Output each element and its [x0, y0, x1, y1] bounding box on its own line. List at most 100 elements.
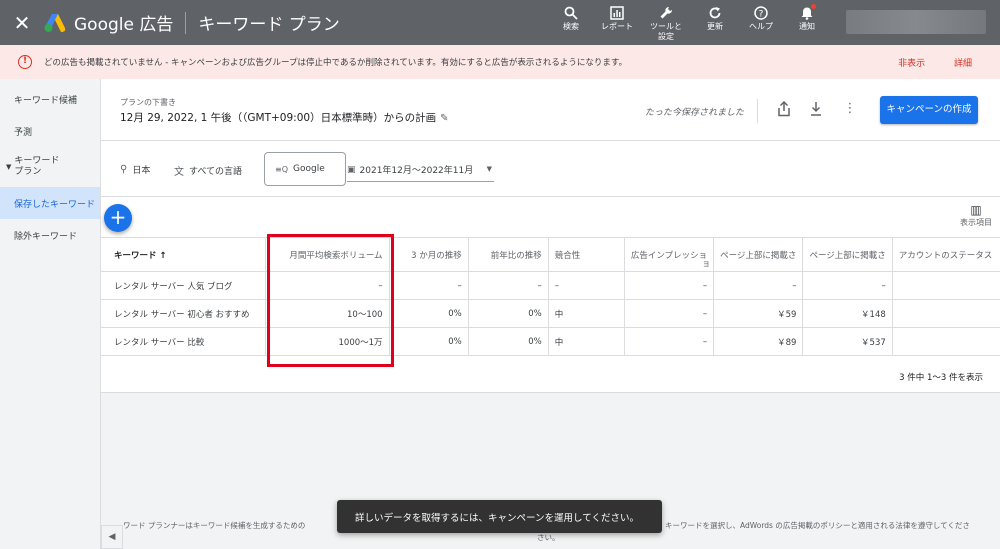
cell-bid-low: ￥59	[713, 299, 803, 328]
filter-bar: ⚲ 日本 文 すべての言語 ≡Q Google ▣ 2021年12月～2022年…	[101, 141, 1000, 197]
help-button[interactable]: ? ヘルプ	[738, 0, 784, 45]
language-filter[interactable]: 文 すべての言語	[174, 163, 242, 178]
notification-dot	[811, 4, 816, 9]
snackbar-toast: 詳しいデータを取得するには、キャンペーンを運用してください。	[337, 500, 662, 533]
tool-label: レポート	[601, 22, 633, 31]
collapse-sidebar-button[interactable]: ◀	[101, 525, 123, 549]
cell-account-status	[891, 271, 1000, 300]
sidebar-item-negative-keywords[interactable]: 除外キーワード	[0, 219, 100, 251]
column-header-3-month-change[interactable]: 3 か月の推移	[388, 237, 469, 272]
create-campaign-button[interactable]: キャンペーンの作成	[880, 96, 978, 124]
top-app-bar: ✕ Google 広告 キーワード プラン 検索 レポート ツールと 設定 更新…	[0, 0, 1000, 45]
date-range-filter[interactable]: ▣ 2021年12月～2022年11月 ▼	[347, 163, 494, 182]
draft-label: プランの下書き	[120, 98, 176, 107]
dismiss-link[interactable]: 非表示	[898, 59, 925, 69]
column-header-avg-monthly-searches[interactable]: 月間平均検索ボリューム	[264, 237, 390, 272]
cell-avg-searches: 1000～1万	[264, 327, 390, 356]
sidebar-item-label: キーワード プラン	[14, 156, 60, 177]
keywords-table: キーワード ↑ 月間平均検索ボリューム 3 か月の推移 前年比の推移 競合性 広…	[101, 237, 1000, 356]
reports-button[interactable]: レポート	[594, 0, 640, 45]
sidebar-item-label: 保存したキーワード	[14, 199, 96, 210]
table-header-row: キーワード ↑ 月間平均検索ボリューム 3 か月の推移 前年比の推移 競合性 広…	[101, 237, 1000, 272]
search-button[interactable]: 検索	[548, 0, 594, 45]
plan-title-text: 12月 29, 2022, 1 午後（（GMT+09:00）日本標準時）からの計…	[120, 112, 437, 124]
location-value: 日本	[132, 166, 151, 176]
refresh-button[interactable]: 更新	[692, 0, 738, 45]
alert-message: どの広告も掲載されていません - キャンペーンおよび広告グループは停止中であるか…	[44, 58, 628, 68]
plan-title: 12月 29, 2022, 1 午後（（GMT+09:00）日本標準時）からの計…	[120, 110, 448, 125]
cell-bid-low: –	[713, 271, 803, 300]
column-header-yoy-change[interactable]: 前年比の推移	[467, 237, 549, 272]
footer-text-right: キーワードを選択し、AdWords の広告掲載のポリシーと適用される法律を遵守し…	[665, 521, 970, 530]
google-ads-logo	[44, 13, 66, 32]
download-icon[interactable]	[807, 101, 825, 119]
alert-banner: ! どの広告も掲載されていません - キャンペーンおよび広告グループは停止中であ…	[0, 45, 1000, 79]
column-header-top-of-page-bid-low[interactable]: ページ上部に掲載さ	[713, 237, 803, 272]
close-icon[interactable]: ✕	[0, 11, 44, 35]
keywords-table-area: + ▥ 表示項目 キーワード ↑ 月間平均検索ボリューム 3 か月の推移 前年比…	[101, 197, 1000, 549]
cell-keyword: レンタル サーバー 初心者 おすすめ	[101, 299, 266, 328]
header-label-wrap: ョ	[702, 259, 711, 268]
columns-label: 表示項目	[960, 218, 992, 227]
footer-text-wrap: さい。	[537, 533, 560, 542]
cell-avg-searches: 10～100	[264, 299, 390, 328]
column-header-account-status[interactable]: アカウントのステータス	[891, 237, 1000, 272]
account-info-blurred[interactable]	[846, 10, 986, 34]
header-label: 広告インプレッショ	[630, 250, 708, 261]
network-filter[interactable]: ≡Q Google	[264, 152, 346, 186]
column-header-competition[interactable]: 競合性	[547, 237, 625, 272]
cell-bid-low: ￥89	[713, 327, 803, 356]
cell-keyword: レンタル サーバー 比較	[101, 327, 266, 356]
tool-label: 検索	[563, 22, 579, 31]
table-row[interactable]: レンタル サーバー 初心者 おすすめ 10～100 0% 0% 中 – ￥59 …	[101, 299, 1000, 328]
svg-text:?: ?	[759, 10, 764, 20]
sidebar-item-saved-keywords[interactable]: 保存したキーワード	[0, 187, 100, 219]
cell-competition: –	[547, 271, 625, 300]
location-filter[interactable]: ⚲ 日本	[120, 163, 150, 176]
add-keyword-button[interactable]: +	[104, 204, 132, 232]
columns-icon: ▥	[970, 203, 982, 217]
column-header-ad-impression-share[interactable]: 広告インプレッショ ョ	[623, 237, 714, 272]
cell-impression-share: –	[623, 327, 714, 356]
sidebar-item-keyword-ideas[interactable]: キーワード候補	[0, 83, 100, 115]
cell-bid-high: ￥537	[802, 327, 893, 356]
alert-actions: 非表示 詳細	[872, 56, 972, 69]
network-icon: ≡Q	[275, 164, 288, 174]
columns-button[interactable]: ▥ 表示項目	[960, 203, 992, 228]
column-header-keyword[interactable]: キーワード ↑	[101, 237, 266, 272]
cell-keyword: レンタル サーバー 人気 ブログ	[101, 271, 266, 300]
more-vert-icon[interactable]: ⋮	[841, 101, 859, 119]
calendar-icon: ▣	[347, 164, 356, 175]
details-link[interactable]: 詳細	[954, 59, 972, 69]
plan-header: プランの下書き 12月 29, 2022, 1 午後（（GMT+09:00）日本…	[101, 79, 1000, 141]
sidebar-item-forecast[interactable]: 予測	[0, 115, 100, 147]
pencil-icon[interactable]: ✎	[440, 113, 448, 124]
cell-3-month: 0%	[388, 327, 469, 356]
divider	[185, 11, 187, 34]
share-icon[interactable]	[775, 100, 793, 119]
help-icon: ?	[754, 6, 768, 20]
sidebar-item-label: 予測	[14, 127, 33, 138]
network-value: Google	[293, 164, 325, 174]
cell-impression-share: –	[623, 271, 714, 300]
sidebar-item-keyword-plan[interactable]: ▼ キーワード プラン	[0, 147, 100, 187]
alert-icon: !	[18, 55, 32, 69]
date-range-value: 2021年12月～2022年11月	[359, 166, 474, 176]
column-header-top-of-page-bid-high[interactable]: ページ上部に掲載さ	[802, 237, 893, 272]
sidebar-item-label: 除外キーワード	[14, 231, 78, 242]
search-icon	[564, 6, 578, 20]
sidebar: キーワード候補 予測 ▼ キーワード プラン 保存したキーワード 除外キーワード	[0, 79, 101, 549]
notifications-button[interactable]: 通知	[784, 0, 830, 45]
divider	[757, 99, 758, 123]
tools-settings-button[interactable]: ツールと 設定	[640, 0, 692, 45]
sidebar-item-label: キーワード候補	[14, 95, 78, 106]
cell-yoy: –	[467, 271, 549, 300]
cell-3-month: –	[388, 271, 469, 300]
tool-label: ヘルプ	[749, 22, 773, 31]
page-title: キーワード プラン	[198, 15, 340, 35]
cell-yoy: 0%	[467, 327, 549, 356]
table-row[interactable]: レンタル サーバー 比較 1000～1万 0% 0% 中 – ￥89 ￥537	[101, 327, 1000, 356]
table-row[interactable]: レンタル サーバー 人気 ブログ – – – – – – –	[101, 271, 1000, 300]
toolbar: 検索 レポート ツールと 設定 更新 ? ヘルプ 通知	[548, 0, 830, 45]
tool-label: 通知	[799, 22, 815, 31]
